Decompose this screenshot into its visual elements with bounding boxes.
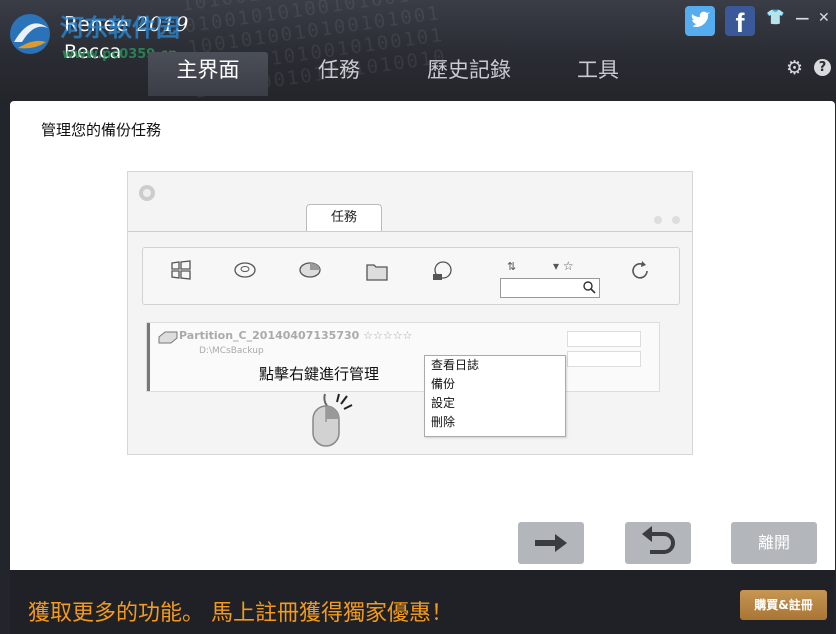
preview-divider — [128, 231, 692, 232]
app-logo-icon — [10, 14, 50, 54]
promo-text[interactable]: 獲取更多的功能。 馬上註冊獲得獨家優惠！ — [28, 595, 453, 627]
preview-window-dot — [672, 216, 680, 224]
system-backup-icon — [431, 260, 455, 282]
sort-icon: ⇅ — [507, 260, 517, 273]
preview-toolbar: ⇅ ▾ ☆ — [142, 247, 680, 305]
help-icon[interactable]: ? — [814, 59, 831, 76]
right-click-hint: 點擊右鍵進行管理 — [259, 365, 380, 383]
buy-register-button[interactable]: 購買&註冊 — [740, 590, 827, 620]
preview-lock-button — [567, 351, 641, 367]
preview-partition-label: Partition_C_20140407135730 ☆☆☆☆☆ — [179, 329, 413, 342]
arrow-right-icon — [535, 534, 567, 552]
star-filter-icon: ▾ ☆ — [553, 259, 574, 273]
main-panel: 管理您的備份任務 任務 ⇅ ▾ ☆ Partition_C_2014040713… — [10, 101, 835, 570]
title-bar: 10100101001010 010010101001010010 100101… — [0, 0, 836, 101]
preview-context-menu: 查看日誌 備份 設定 刪除 — [424, 355, 566, 437]
partition-icon — [298, 260, 322, 282]
twitter-icon[interactable] — [685, 6, 715, 36]
tab-home[interactable]: 主界面 — [148, 52, 268, 96]
tab-history[interactable]: 歷史記錄 — [405, 52, 533, 96]
tab-tools[interactable]: 工具 — [560, 52, 636, 96]
preview-tab-tasks: 任務 — [306, 204, 382, 231]
watermark-text: 河东软件园 — [60, 13, 180, 42]
twitter-bird-icon — [691, 11, 710, 27]
tab-tasks[interactable]: 任務 — [290, 52, 388, 96]
preview-path-label: D:\MCsBackup — [199, 346, 264, 356]
menu-item-delete: 刪除 — [431, 415, 456, 429]
promo-bar: 獲取更多的功能。 馬上註冊獲得獨家優惠！ 購買&註冊 — [10, 570, 835, 634]
close-icon[interactable]: ✕ — [818, 10, 830, 26]
folder-icon — [365, 260, 389, 282]
refresh-icon — [629, 260, 653, 282]
menu-item-backup: 備份 — [431, 377, 456, 391]
row-indicator — [147, 323, 150, 391]
next-button[interactable] — [518, 522, 584, 564]
preview-logo-icon — [139, 185, 155, 201]
minimize-icon[interactable]: − — [794, 6, 811, 30]
undo-button[interactable] — [625, 522, 691, 564]
preview-task-row: Partition_C_20140407135730 ☆☆☆☆☆ D:\MCsB… — [146, 322, 660, 392]
disk-icon — [233, 260, 257, 282]
mouse-icon — [312, 393, 353, 447]
preview-restore-button — [567, 331, 641, 347]
gear-icon[interactable]: ⚙ — [786, 57, 803, 79]
skin-shirt-icon[interactable]: 👕 — [766, 8, 785, 26]
search-icon — [583, 281, 596, 294]
menu-item-settings: 設定 — [431, 396, 456, 410]
exit-button[interactable]: 離開 — [731, 522, 817, 564]
tutorial-screenshot: 任務 ⇅ ▾ ☆ Partition_C_20140407135730 ☆☆☆☆… — [127, 171, 693, 455]
windows-icon — [169, 260, 193, 282]
hard-drive-icon — [158, 331, 178, 344]
preview-window-dot — [654, 216, 662, 224]
undo-icon — [642, 526, 675, 554]
menu-item-view-log: 查看日誌 — [431, 358, 480, 372]
facebook-icon[interactable]: f — [725, 6, 755, 38]
page-title: 管理您的備份任務 — [41, 121, 162, 139]
preview-search-box — [500, 278, 600, 298]
